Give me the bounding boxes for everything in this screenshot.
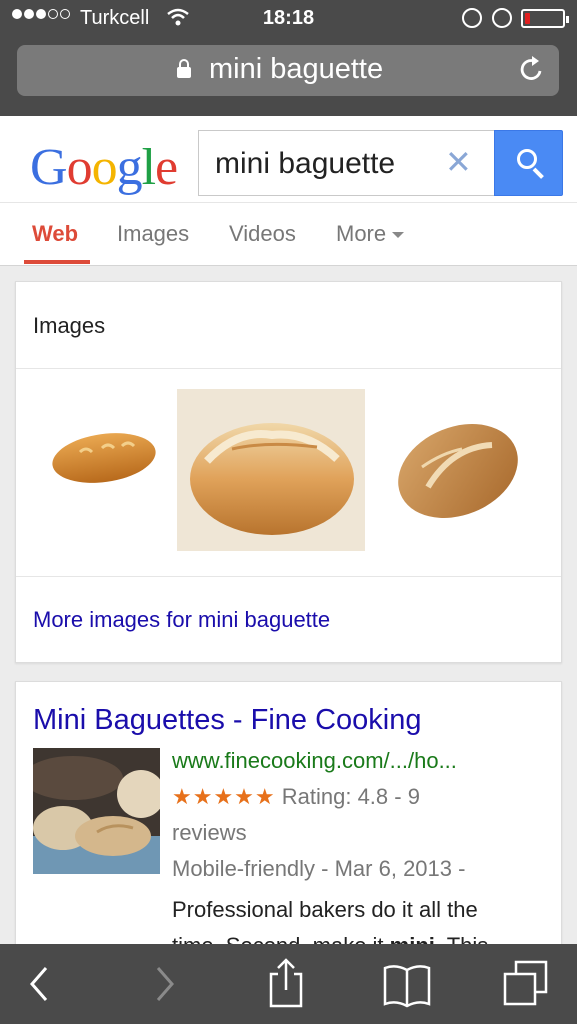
divider xyxy=(16,368,561,369)
search-query-text[interactable]: mini baguette xyxy=(215,147,395,181)
result-rating: ★★★★★ Rating: 4.8 - 9 xyxy=(172,784,420,810)
active-tab-indicator xyxy=(24,260,90,264)
images-card-title: Images xyxy=(33,313,106,338)
images-card: Images More images for mini baguette xyxy=(15,281,562,663)
google-logo[interactable]: Google xyxy=(30,138,178,197)
rating-text: Rating: 4.8 - 9 xyxy=(281,784,420,809)
tab-more[interactable]: More xyxy=(336,221,405,247)
browser-toolbar xyxy=(0,944,577,1024)
rating-reviews: reviews xyxy=(172,820,247,845)
reload-icon[interactable] xyxy=(519,55,545,90)
forward-icon[interactable] xyxy=(152,944,178,1024)
google-header: Google mini baguette ✕ Web Images Videos… xyxy=(0,116,577,266)
address-bar-url[interactable]: mini baguette xyxy=(209,53,383,86)
logo-letter: o xyxy=(66,139,93,196)
browser-chrome-top: Turkcell 18:18 mini baguette xyxy=(0,0,577,116)
tab-more-label: More xyxy=(336,221,387,246)
image-thumbnail[interactable] xyxy=(392,417,524,529)
rating-stars-icon: ★★★★★ xyxy=(172,784,276,809)
chevron-down-icon xyxy=(392,232,405,239)
logo-letter: o xyxy=(91,139,118,196)
logo-letter: e xyxy=(155,139,178,196)
logo-letter: G xyxy=(30,139,68,196)
back-icon[interactable] xyxy=(26,944,52,1024)
bookmarks-icon[interactable] xyxy=(382,944,432,1024)
more-images-link[interactable]: More images for mini baguette xyxy=(33,607,330,633)
tab-videos[interactable]: Videos xyxy=(229,221,296,247)
logo-letter: g xyxy=(116,139,143,196)
tabs-icon[interactable] xyxy=(502,944,550,1024)
result-meta: Mobile-friendly - Mar 6, 2013 - xyxy=(172,856,466,881)
alarm-icon xyxy=(492,8,512,28)
search-tabs: Web Images Videos More xyxy=(0,203,577,265)
tab-web[interactable]: Web xyxy=(32,221,78,247)
clear-icon[interactable]: ✕ xyxy=(445,143,472,181)
search-result-card: Mini Baguettes - Fine Cooking www.fineco… xyxy=(15,681,562,981)
result-title-link[interactable]: Mini Baguettes - Fine Cooking xyxy=(33,704,421,737)
logo-letter: l xyxy=(141,139,156,196)
clock: 18:18 xyxy=(262,7,315,29)
battery-icon xyxy=(521,9,569,28)
result-url[interactable]: www.finecooking.com/.../ho... xyxy=(172,748,457,774)
search-button[interactable] xyxy=(494,130,563,196)
address-bar[interactable]: mini baguette xyxy=(17,45,559,96)
share-icon[interactable] xyxy=(268,944,304,1024)
divider xyxy=(16,576,561,577)
tab-images[interactable]: Images xyxy=(117,221,189,247)
lock-icon xyxy=(177,59,191,79)
image-thumbnail[interactable] xyxy=(50,430,158,486)
result-thumbnail[interactable] xyxy=(33,748,160,874)
image-thumbnail[interactable] xyxy=(177,389,365,551)
search-input[interactable]: mini baguette ✕ xyxy=(198,130,495,196)
status-bar: Turkcell 18:18 xyxy=(0,0,577,38)
rotation-lock-icon xyxy=(462,8,482,28)
search-icon xyxy=(517,149,537,169)
snippet-line: Professional bakers do it all the xyxy=(172,897,478,922)
